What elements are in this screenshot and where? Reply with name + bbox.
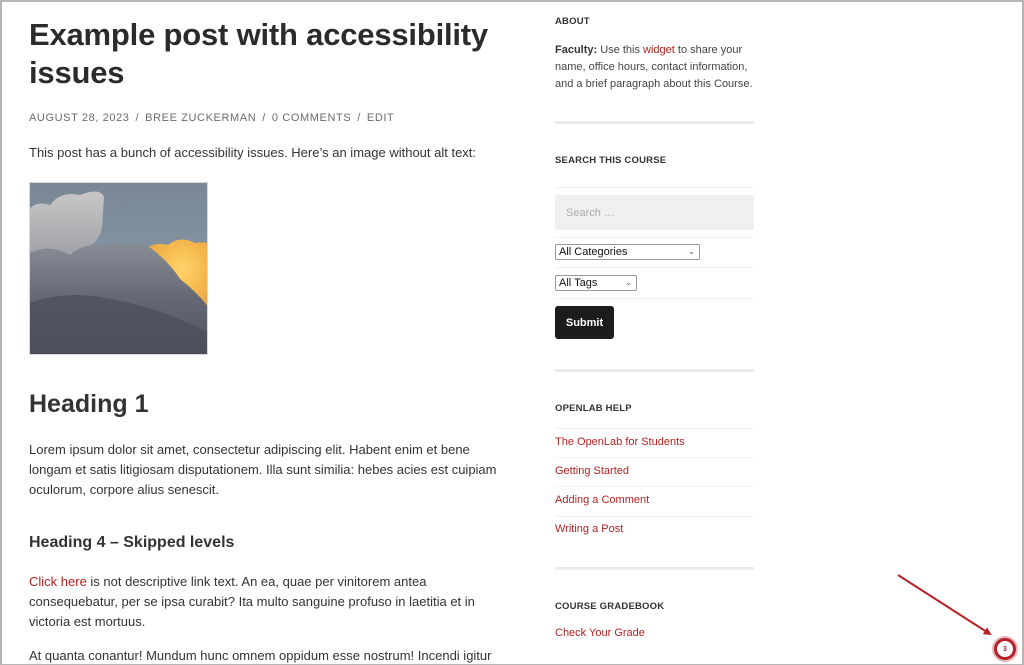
divider — [555, 428, 754, 429]
divider — [555, 237, 754, 238]
click-here-link[interactable]: Click here — [29, 574, 87, 589]
post-author-link[interactable]: BREE ZUCKERMAN — [145, 112, 256, 124]
about-faculty-label: Faculty: — [555, 44, 598, 56]
tags-select[interactable]: All Tags ⌄ — [555, 275, 637, 291]
check-your-grade-link[interactable]: Check Your Grade — [555, 627, 645, 639]
tags-select-value: All Tags — [559, 277, 598, 289]
divider — [555, 187, 754, 188]
divider — [555, 298, 754, 299]
issue-count-badge[interactable]: 3 — [994, 638, 1016, 660]
paragraph-click-here-text: is not descriptive link text. An ea, qua… — [29, 574, 475, 629]
help-link-getting-started[interactable]: Getting Started — [555, 465, 629, 477]
chevron-down-icon: ⌄ — [625, 278, 632, 287]
search-input[interactable] — [555, 195, 754, 230]
chevron-down-icon: ⌄ — [688, 247, 695, 256]
widget-title-course-gradebook: COURSE GRADEBOOK — [555, 601, 665, 612]
post-date-link[interactable]: AUGUST 28, 2023 — [29, 112, 130, 124]
paragraph-lorem: Lorem ipsum dolor sit amet, consectetur … — [29, 442, 497, 497]
divider — [555, 486, 754, 487]
paragraph-click-here: Click here is not descriptive link text.… — [29, 572, 504, 632]
categories-select-value: All Categories — [559, 246, 628, 258]
widget-divider — [555, 567, 754, 570]
widget-link[interactable]: widget — [643, 44, 675, 56]
submit-button[interactable]: Submit — [555, 306, 614, 339]
clouds-image — [29, 182, 208, 355]
post-comments-link[interactable]: 0 COMMENTS — [272, 112, 351, 124]
divider — [555, 516, 754, 517]
paragraph-at-quanta: At quanta conantur! Mundum hunc omnem op… — [29, 648, 492, 663]
widget-title-search: SEARCH THIS COURSE — [555, 155, 667, 166]
divider — [555, 457, 754, 458]
post-title: Example post with accessibility issues — [29, 17, 488, 90]
categories-select[interactable]: All Categories ⌄ — [555, 244, 700, 260]
help-link-adding-a-comment[interactable]: Adding a Comment — [555, 494, 649, 506]
heading-4-skipped: Heading 4 – Skipped levels — [29, 534, 235, 551]
clouds-photo-graphic — [30, 183, 207, 354]
widget-title-openlab-help: OPENLAB HELP — [555, 403, 632, 414]
intro-paragraph: This post has a bunch of accessibility i… — [29, 145, 477, 160]
post-edit-link[interactable]: EDIT — [367, 112, 394, 124]
post-content: Example post with accessibility issues A… — [29, 16, 504, 663]
help-link-openlab-for-students[interactable]: The OpenLab for Students — [555, 436, 685, 448]
meta-separator: / — [135, 112, 140, 124]
divider — [555, 267, 754, 268]
heading-1: Heading 1 — [29, 390, 149, 418]
widget-divider — [555, 369, 754, 372]
post-meta: AUGUST 28, 2023 / BREE ZUCKERMAN / 0 COMMENT… — [29, 112, 504, 124]
meta-separator: / — [262, 112, 266, 124]
page-frame: Example post with accessibility issues A… — [0, 0, 1024, 665]
widget-divider — [555, 121, 754, 124]
about-text-part: Use this — [597, 44, 644, 56]
meta-separator: / — [357, 112, 361, 124]
about-text: Faculty: Use this widget to share your n… — [555, 42, 754, 93]
arrow-line — [897, 574, 992, 636]
help-link-writing-a-post[interactable]: Writing a Post — [555, 523, 623, 535]
widget-title-about: ABOUT — [555, 16, 590, 27]
